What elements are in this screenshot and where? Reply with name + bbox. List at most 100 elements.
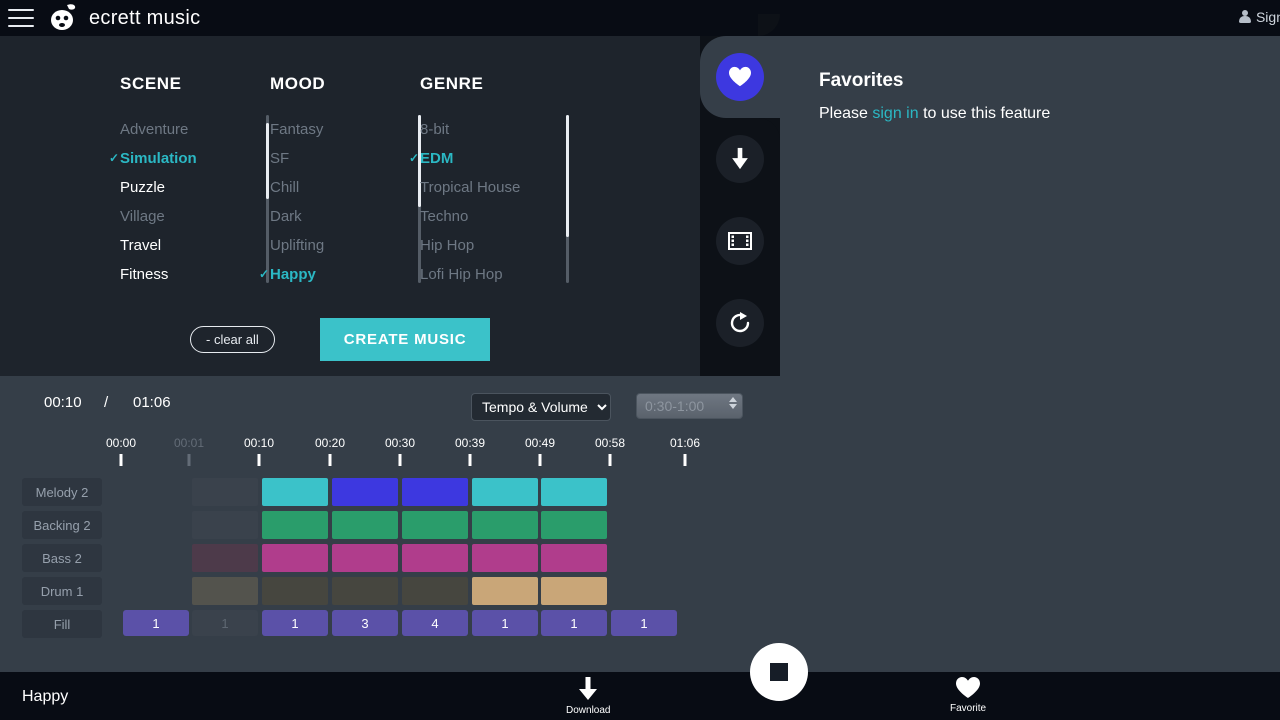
- option-tropical-house[interactable]: Tropical House: [420, 173, 588, 202]
- option-happy[interactable]: Happy: [259, 260, 420, 289]
- option-puzzle[interactable]: Puzzle: [120, 173, 270, 202]
- download-button[interactable]: Download: [566, 676, 610, 716]
- timeline-clip[interactable]: [472, 478, 538, 506]
- option-travel[interactable]: Travel: [120, 231, 270, 260]
- favorites-message: Please sign in to use this feature: [819, 105, 1280, 123]
- column-title: MOOD: [270, 74, 326, 93]
- favorites-panel: Favorites Please sign in to use this fea…: [780, 36, 1280, 376]
- ecrett-bird-logo: [48, 3, 82, 33]
- timeline-clip[interactable]: [472, 511, 538, 539]
- ruler-tick-label: 00:00: [105, 436, 137, 450]
- fill-cell[interactable]: 3: [332, 610, 398, 636]
- option-hip-hop[interactable]: Hip Hop: [420, 231, 588, 260]
- ruler-tick-mark: [608, 454, 612, 466]
- fill-cell[interactable]: 1: [262, 610, 328, 636]
- ruler-tick-mark: [538, 454, 542, 466]
- option-village[interactable]: Village: [120, 202, 270, 231]
- length-range-stepper[interactable]: 0:30-1:00: [636, 393, 743, 419]
- timeline-clip[interactable]: [541, 478, 607, 506]
- favorite-button[interactable]: Favorite: [950, 676, 986, 714]
- stepper-arrows[interactable]: [729, 397, 737, 409]
- timeline-clip[interactable]: [402, 478, 468, 506]
- column-scrollbar[interactable]: [566, 115, 569, 283]
- stop-button[interactable]: [750, 643, 808, 701]
- timeline-clip[interactable]: [332, 478, 398, 506]
- ruler-tick-label: 00:10: [243, 436, 275, 450]
- timeline-clip[interactable]: [472, 544, 538, 572]
- timeline-clip[interactable]: [541, 511, 607, 539]
- fill-cell[interactable]: 4: [402, 610, 468, 636]
- timeline-clip[interactable]: [192, 544, 258, 572]
- download-icon: [716, 135, 764, 183]
- favorite-label: Favorite: [950, 703, 987, 714]
- timeline-clip[interactable]: [332, 544, 398, 572]
- column-scrollbar[interactable]: [266, 115, 269, 283]
- track-label[interactable]: Fill: [22, 610, 102, 638]
- timeline-clip[interactable]: [192, 511, 258, 539]
- timeline-clip[interactable]: [262, 478, 328, 506]
- stop-square-icon: [770, 663, 788, 681]
- track-label[interactable]: Melody 2: [22, 478, 102, 506]
- timeline-clip[interactable]: [192, 577, 258, 605]
- option-techno[interactable]: Techno: [420, 202, 588, 231]
- fill-cell[interactable]: 1: [123, 610, 189, 636]
- option-lofi-hip-hop[interactable]: Lofi Hip Hop: [420, 260, 588, 289]
- rail-tab-download[interactable]: [700, 118, 780, 200]
- tempo-volume-select[interactable]: Tempo & Volume: [471, 393, 611, 421]
- sign-in-link[interactable]: sign in: [872, 105, 918, 122]
- clear-all-button[interactable]: - clear all: [190, 326, 275, 353]
- fill-row: Fill 1 1 1 3 4 1 1 1: [0, 610, 1280, 638]
- film-icon: [716, 217, 764, 265]
- chevron-down-icon[interactable]: [729, 404, 737, 409]
- option-edm[interactable]: EDM: [409, 144, 588, 173]
- timeline-clip[interactable]: [402, 577, 468, 605]
- selector-column-mood: MOOD FantasySFChillDarkUpliftingHappy: [259, 74, 421, 289]
- option-fitness[interactable]: Fitness: [120, 260, 270, 289]
- ruler-tick-label: 00:20: [314, 436, 346, 450]
- column-item-list: AdventureSimulationPuzzleVillageTravelFi…: [109, 115, 270, 289]
- timeline-clip[interactable]: [332, 577, 398, 605]
- rail-tab-heart[interactable]: [700, 14, 780, 140]
- ruler-tick-mark: [119, 454, 123, 466]
- timeline-ruler[interactable]: 00:00 00:01 00:10 00:20 00:30 00:39 00:49 00:58…: [0, 436, 1280, 470]
- rail-tab-refresh[interactable]: [700, 282, 780, 364]
- option-uplifting[interactable]: Uplifting: [270, 231, 420, 260]
- create-music-button[interactable]: CREATE MUSIC: [319, 318, 491, 361]
- option-8-bit[interactable]: 8-bit: [420, 115, 588, 144]
- timeline-clip[interactable]: [472, 577, 538, 605]
- selector-column-genre: GENRE 8-bitEDMTropical HouseTechnoHip Hop…: [409, 74, 588, 289]
- fill-cell[interactable]: 1: [541, 610, 607, 636]
- option-dark[interactable]: Dark: [270, 202, 420, 231]
- ruler-tick-mark: [683, 454, 687, 466]
- timeline-clip[interactable]: [192, 478, 258, 506]
- option-sf[interactable]: SF: [270, 144, 420, 173]
- download-label: Download: [566, 705, 611, 716]
- rail-tab-film[interactable]: [700, 200, 780, 282]
- hamburger-icon[interactable]: [8, 9, 34, 27]
- chevron-up-icon[interactable]: [729, 397, 737, 402]
- option-adventure[interactable]: Adventure: [120, 115, 270, 144]
- timeline-clip[interactable]: [262, 511, 328, 539]
- track-label[interactable]: Bass 2: [22, 544, 102, 572]
- timeline-clip[interactable]: [541, 577, 607, 605]
- option-simulation[interactable]: Simulation: [109, 144, 270, 173]
- column-item-list: FantasySFChillDarkUpliftingHappy: [259, 115, 421, 289]
- timeline-clip[interactable]: [332, 511, 398, 539]
- option-fantasy[interactable]: Fantasy: [270, 115, 420, 144]
- track-label[interactable]: Drum 1: [22, 577, 102, 605]
- timeline-clip[interactable]: [402, 544, 468, 572]
- sign-in-button[interactable]: Sign: [1238, 9, 1280, 25]
- timeline-clip[interactable]: [541, 544, 607, 572]
- track-label[interactable]: Backing 2: [22, 511, 102, 539]
- hamburger-line: [8, 17, 34, 19]
- fill-cell[interactable]: 1: [192, 610, 258, 636]
- timeline-clip[interactable]: [402, 511, 468, 539]
- option-chill[interactable]: Chill: [270, 173, 420, 202]
- timeline-clip[interactable]: [262, 544, 328, 572]
- person-icon: [1238, 10, 1251, 24]
- fill-cell[interactable]: 1: [611, 610, 677, 636]
- scrollbar-thumb[interactable]: [566, 115, 569, 237]
- timeline-clip[interactable]: [262, 577, 328, 605]
- scrollbar-thumb[interactable]: [266, 123, 269, 199]
- fill-cell[interactable]: 1: [472, 610, 538, 636]
